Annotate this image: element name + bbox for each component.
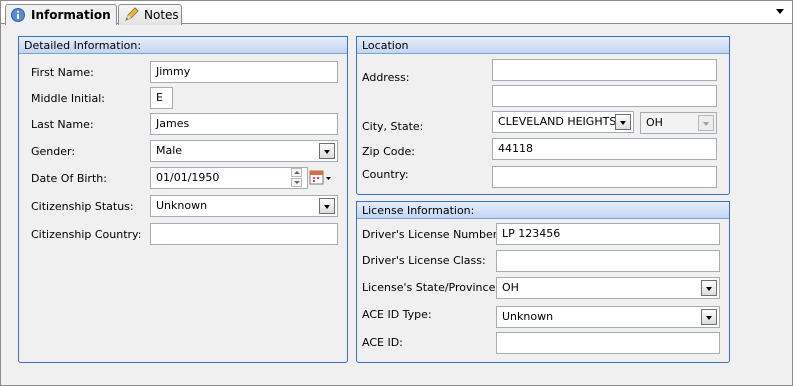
address-label: Address: xyxy=(362,71,410,84)
city-state-row: City, State: CLEVELAND HEIGHTS, OH xyxy=(357,111,729,135)
last-name-row: Last Name: James xyxy=(19,113,347,137)
zip-label: Zip Code: xyxy=(362,145,415,158)
license-class-field[interactable] xyxy=(496,250,720,272)
location-panel: Location Address: City, State: CLEVELAND… xyxy=(356,36,730,195)
license-state-row: License's State/Province: OH xyxy=(357,276,729,300)
first-name-label: First Name: xyxy=(31,66,94,79)
calendar-button[interactable] xyxy=(309,169,333,187)
ace-type-row: ACE ID Type: Unknown xyxy=(357,303,729,328)
citizenship-status-dropdown-button[interactable] xyxy=(319,198,335,214)
country-row: Country: xyxy=(357,165,729,189)
city-dropdown-button[interactable] xyxy=(615,114,631,130)
ace-type-label: ACE ID Type: xyxy=(362,308,432,321)
ace-id-row: ACE ID: xyxy=(357,331,729,355)
gender-value: Male xyxy=(156,144,183,157)
calendar-icon xyxy=(309,170,331,185)
license-class-label: Driver's License Class: xyxy=(362,254,486,267)
gender-row: Gender: Male xyxy=(19,140,347,164)
chevron-down-icon[interactable] xyxy=(776,9,784,14)
dob-row: Date Of Birth: 01/01/1950 xyxy=(19,167,347,191)
license-state-dropdown-button[interactable] xyxy=(701,280,717,296)
zip-row: Zip Code: 44118 xyxy=(357,138,729,162)
last-name-label: Last Name: xyxy=(31,118,94,131)
dob-label: Date Of Birth: xyxy=(31,172,107,185)
middle-initial-row: Middle Initial: E xyxy=(19,87,347,111)
state-select[interactable]: OH xyxy=(640,112,717,134)
citizenship-country-field[interactable] xyxy=(150,223,338,245)
city-select[interactable]: CLEVELAND HEIGHTS, xyxy=(492,111,634,133)
license-number-label: Driver's License Number: xyxy=(362,228,501,241)
tab-strip: Information Notes xyxy=(1,1,792,25)
license-state-value: OH xyxy=(502,281,519,294)
citizenship-status-label: Citizenship Status: xyxy=(31,200,134,213)
license-information-panel: License Information: Driver's License Nu… xyxy=(356,201,730,363)
citizenship-status-row: Citizenship Status: Unknown xyxy=(19,195,347,219)
first-name-field[interactable]: Jimmy xyxy=(150,61,338,83)
citizenship-country-label: Citizenship Country: xyxy=(31,228,142,241)
location-header: Location xyxy=(357,37,729,54)
ace-id-field[interactable] xyxy=(496,332,720,354)
license-number-field[interactable]: LP 123456 xyxy=(496,223,720,245)
middle-initial-field[interactable]: E xyxy=(150,87,173,109)
tab-information-label: Information xyxy=(31,8,111,22)
citizenship-country-row: Citizenship Country: xyxy=(19,223,347,247)
pencil-icon xyxy=(123,7,139,23)
country-label: Country: xyxy=(362,168,409,181)
address-line2-field[interactable] xyxy=(492,85,717,107)
tab-information[interactable]: Information xyxy=(5,4,117,25)
gender-label: Gender: xyxy=(31,145,76,158)
license-state-select[interactable]: OH xyxy=(496,277,720,299)
license-state-label: License's State/Province: xyxy=(362,281,500,294)
tab-notes-label: Notes xyxy=(144,8,179,22)
city-state-label: City, State: xyxy=(362,120,424,133)
last-name-field[interactable]: James xyxy=(150,113,338,135)
info-icon xyxy=(10,7,26,23)
country-field[interactable] xyxy=(492,166,717,188)
dob-field[interactable]: 01/01/1950 xyxy=(150,167,308,189)
city-value: CLEVELAND HEIGHTS, xyxy=(498,115,620,128)
state-value: OH xyxy=(646,116,663,129)
gender-select[interactable]: Male xyxy=(150,140,338,162)
ace-type-select[interactable]: Unknown xyxy=(496,306,720,328)
citizenship-status-select[interactable]: Unknown xyxy=(150,195,338,217)
window: Information Notes Detailed Information: … xyxy=(0,0,793,386)
address-row: Address: xyxy=(357,59,729,107)
middle-initial-label: Middle Initial: xyxy=(31,92,105,105)
spin-up-icon[interactable] xyxy=(291,168,302,177)
license-number-row: Driver's License Number: LP 123456 xyxy=(357,223,729,247)
ace-id-label: ACE ID: xyxy=(362,336,403,349)
tab-notes[interactable]: Notes xyxy=(118,4,182,25)
license-class-row: Driver's License Class: xyxy=(357,249,729,273)
zip-field[interactable]: 44118 xyxy=(492,138,717,160)
detailed-information-panel: Detailed Information: First Name: Jimmy … xyxy=(18,36,348,363)
citizenship-status-value: Unknown xyxy=(156,199,208,212)
first-name-row: First Name: Jimmy xyxy=(19,61,347,85)
state-dropdown-button[interactable] xyxy=(698,115,714,131)
dob-spinner[interactable] xyxy=(291,168,302,188)
gender-dropdown-button[interactable] xyxy=(319,143,335,159)
detailed-information-header: Detailed Information: xyxy=(19,37,347,54)
ace-type-dropdown-button[interactable] xyxy=(701,309,717,325)
spin-down-icon[interactable] xyxy=(291,178,302,187)
address-line1-field[interactable] xyxy=(492,59,717,81)
license-information-header: License Information: xyxy=(357,202,729,219)
ace-type-value: Unknown xyxy=(502,310,554,323)
